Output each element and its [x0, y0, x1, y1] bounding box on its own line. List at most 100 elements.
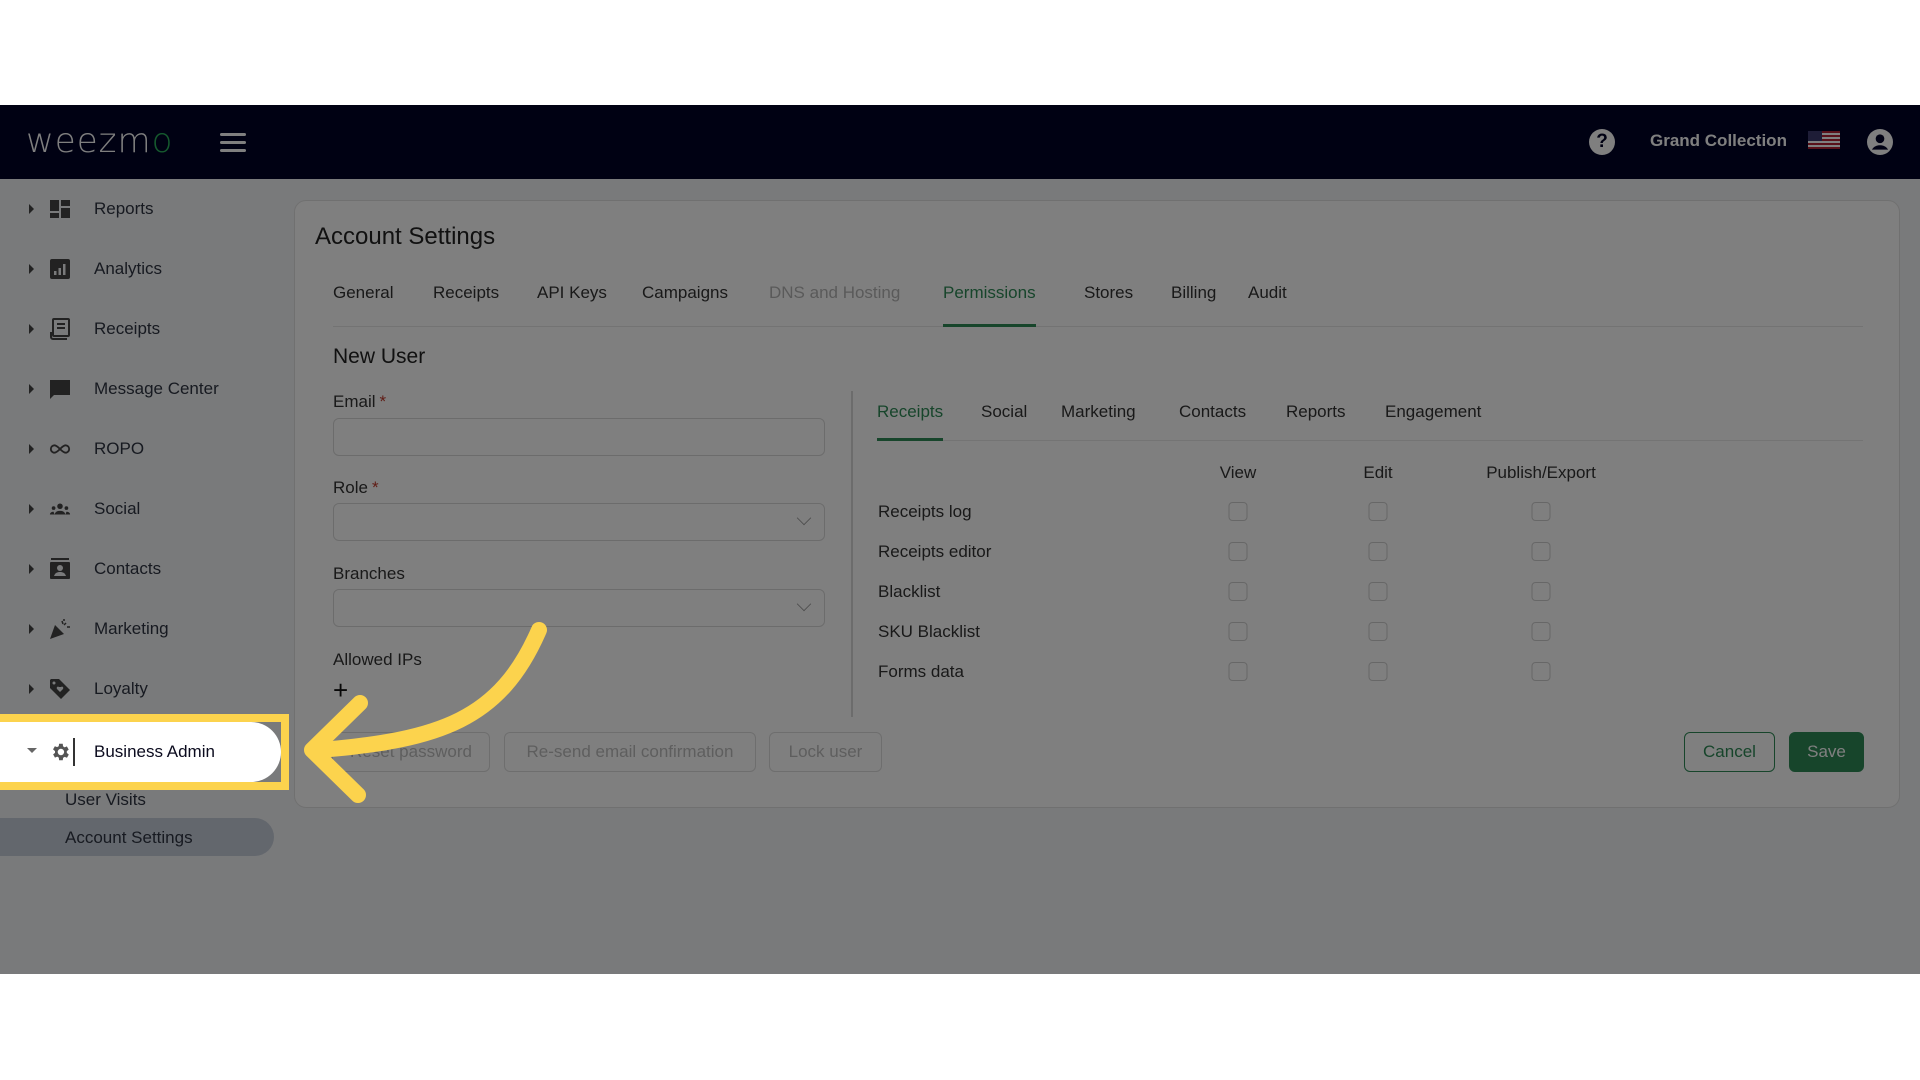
column-header-publish-export: Publish/Export [1486, 463, 1596, 482]
tab-audit[interactable]: Audit [1248, 283, 1287, 313]
permission-row-label: Receipts log [878, 502, 972, 521]
checkbox-view[interactable] [1228, 582, 1248, 601]
page-title: Account Settings [315, 223, 496, 250]
checkbox-publish-export[interactable] [1531, 662, 1551, 681]
top-bar: weezmo ? Grand Collection [0, 105, 1920, 179]
sidebar-subitem-label: User Visits [65, 790, 146, 809]
permission-row-label: Receipts editor [878, 542, 992, 561]
sidebar-item-label: Reports [94, 199, 154, 218]
perm-tab-contacts[interactable]: Contacts [1179, 402, 1246, 422]
perm-tab-social[interactable]: Social [981, 402, 1027, 422]
caret-right-icon [29, 324, 34, 334]
resend-confirmation-button[interactable]: Re-send email confirmation [504, 732, 756, 772]
menu-icon[interactable] [220, 133, 246, 153]
checkbox-edit[interactable] [1368, 662, 1388, 681]
caret-right-icon [29, 564, 34, 574]
perm-tab-engagement[interactable]: Engagement [1385, 402, 1481, 422]
checkbox-edit[interactable] [1368, 542, 1388, 561]
caret-right-icon [29, 384, 34, 394]
perm-tab-receipts[interactable]: Receipts [877, 402, 944, 441]
email-input[interactable] [333, 418, 825, 456]
sidebar-item-ropo[interactable]: ROPO [0, 426, 280, 472]
add-ip-button[interactable]: + [333, 677, 348, 703]
tab-stores[interactable]: Stores [1084, 283, 1133, 313]
party-popper-icon [50, 619, 70, 639]
perm-tab-marketing[interactable]: Marketing [1061, 402, 1136, 422]
role-select[interactable] [333, 503, 825, 541]
column-header-edit: Edit [1363, 463, 1393, 482]
role-label-text: Role [333, 478, 368, 497]
checkbox-edit[interactable] [1368, 582, 1388, 601]
sidebar-item-reports[interactable]: Reports [0, 186, 280, 232]
infinity-icon [49, 444, 71, 454]
help-icon[interactable]: ? [1589, 129, 1615, 155]
chevron-down-icon [796, 596, 812, 612]
required-mark: * [379, 392, 387, 411]
cancel-button[interactable]: Cancel [1684, 732, 1775, 772]
people-icon [49, 503, 71, 515]
checkbox-view[interactable] [1228, 542, 1248, 561]
branches-label: Branches [333, 564, 405, 583]
sidebar-item-loyalty[interactable]: Loyalty [0, 666, 280, 712]
dashboard-icon [50, 200, 70, 218]
sidebar-item-receipts[interactable]: Receipts [0, 306, 280, 352]
checkbox-view[interactable] [1228, 622, 1248, 641]
checkbox-publish-export[interactable] [1531, 582, 1551, 601]
checkbox-publish-export[interactable] [1531, 622, 1551, 641]
tab-billing[interactable]: Billing [1171, 283, 1216, 313]
account-name[interactable]: Grand Collection [1650, 131, 1787, 151]
sidebar-item-label: Contacts [94, 559, 162, 578]
sidebar-item-analytics[interactable]: Analytics [0, 246, 280, 292]
tab-receipts[interactable]: Receipts [433, 283, 499, 313]
us-flag-icon[interactable] [1808, 131, 1840, 149]
lock-user-button[interactable]: Lock user [769, 732, 882, 772]
email-label: Email * [333, 392, 386, 412]
sidebar-item-marketing[interactable]: Marketing [0, 606, 280, 652]
caret-right-icon [29, 624, 34, 634]
required-mark: * [371, 478, 379, 497]
tab-general[interactable]: General [333, 283, 393, 313]
sidebar-item-label: Marketing [94, 619, 169, 638]
sidebar-item-label: Analytics [94, 259, 163, 278]
contact-card-icon [50, 558, 70, 579]
reset-password-button[interactable]: Reset password [332, 732, 490, 772]
tab-permissions[interactable]: Permissions [943, 283, 1036, 327]
receipt-icon [50, 318, 70, 340]
checkbox-view[interactable] [1228, 662, 1248, 681]
column-header-view: View [1219, 463, 1257, 482]
checkbox-publish-export[interactable] [1531, 502, 1551, 521]
chat-icon [50, 380, 70, 399]
sidebar-item-social[interactable]: Social [0, 486, 280, 532]
bar-chart-icon [50, 259, 70, 279]
tab-campaigns[interactable]: Campaigns [642, 283, 728, 313]
sidebar-subitem-account-settings[interactable]: Account Settings [0, 818, 274, 856]
checkbox-view[interactable] [1228, 502, 1248, 521]
branches-select[interactable] [333, 589, 825, 627]
caret-right-icon [29, 264, 34, 274]
weezmo-logo[interactable]: weezmo [26, 121, 173, 161]
caret-right-icon [29, 444, 34, 454]
highlight-box [0, 714, 289, 790]
app-screenshot: weezmo ? Grand Collection Reports Analyt… [0, 105, 1920, 974]
sidebar-item-contacts[interactable]: Contacts [0, 546, 280, 592]
sidebar-item-label: Message Center [94, 379, 219, 398]
sidebar-item-message-center[interactable]: Message Center [0, 366, 280, 412]
checkbox-edit[interactable] [1368, 502, 1388, 521]
tab-api-keys[interactable]: API Keys [537, 283, 607, 313]
tag-heart-icon [50, 679, 70, 699]
permission-row-label: Forms data [878, 662, 964, 681]
sidebar-subitem-label: Account Settings [65, 828, 193, 847]
permission-tabs: Receipts Social Marketing Contacts Repor… [877, 397, 1863, 441]
checkbox-edit[interactable] [1368, 622, 1388, 641]
user-account-icon[interactable] [1867, 129, 1893, 155]
perm-tab-reports[interactable]: Reports [1286, 402, 1346, 422]
checkbox-publish-export[interactable] [1531, 542, 1551, 561]
sidebar-item-label: Social [94, 499, 141, 518]
sidebar-item-label: ROPO [94, 439, 145, 458]
chevron-down-icon [796, 510, 812, 526]
save-button[interactable]: Save [1789, 732, 1864, 772]
role-label: Role * [333, 478, 379, 498]
permission-row-label: Blacklist [878, 582, 941, 601]
logo-accent: o [151, 121, 174, 161]
sidebar-item-label: Loyalty [94, 679, 148, 698]
